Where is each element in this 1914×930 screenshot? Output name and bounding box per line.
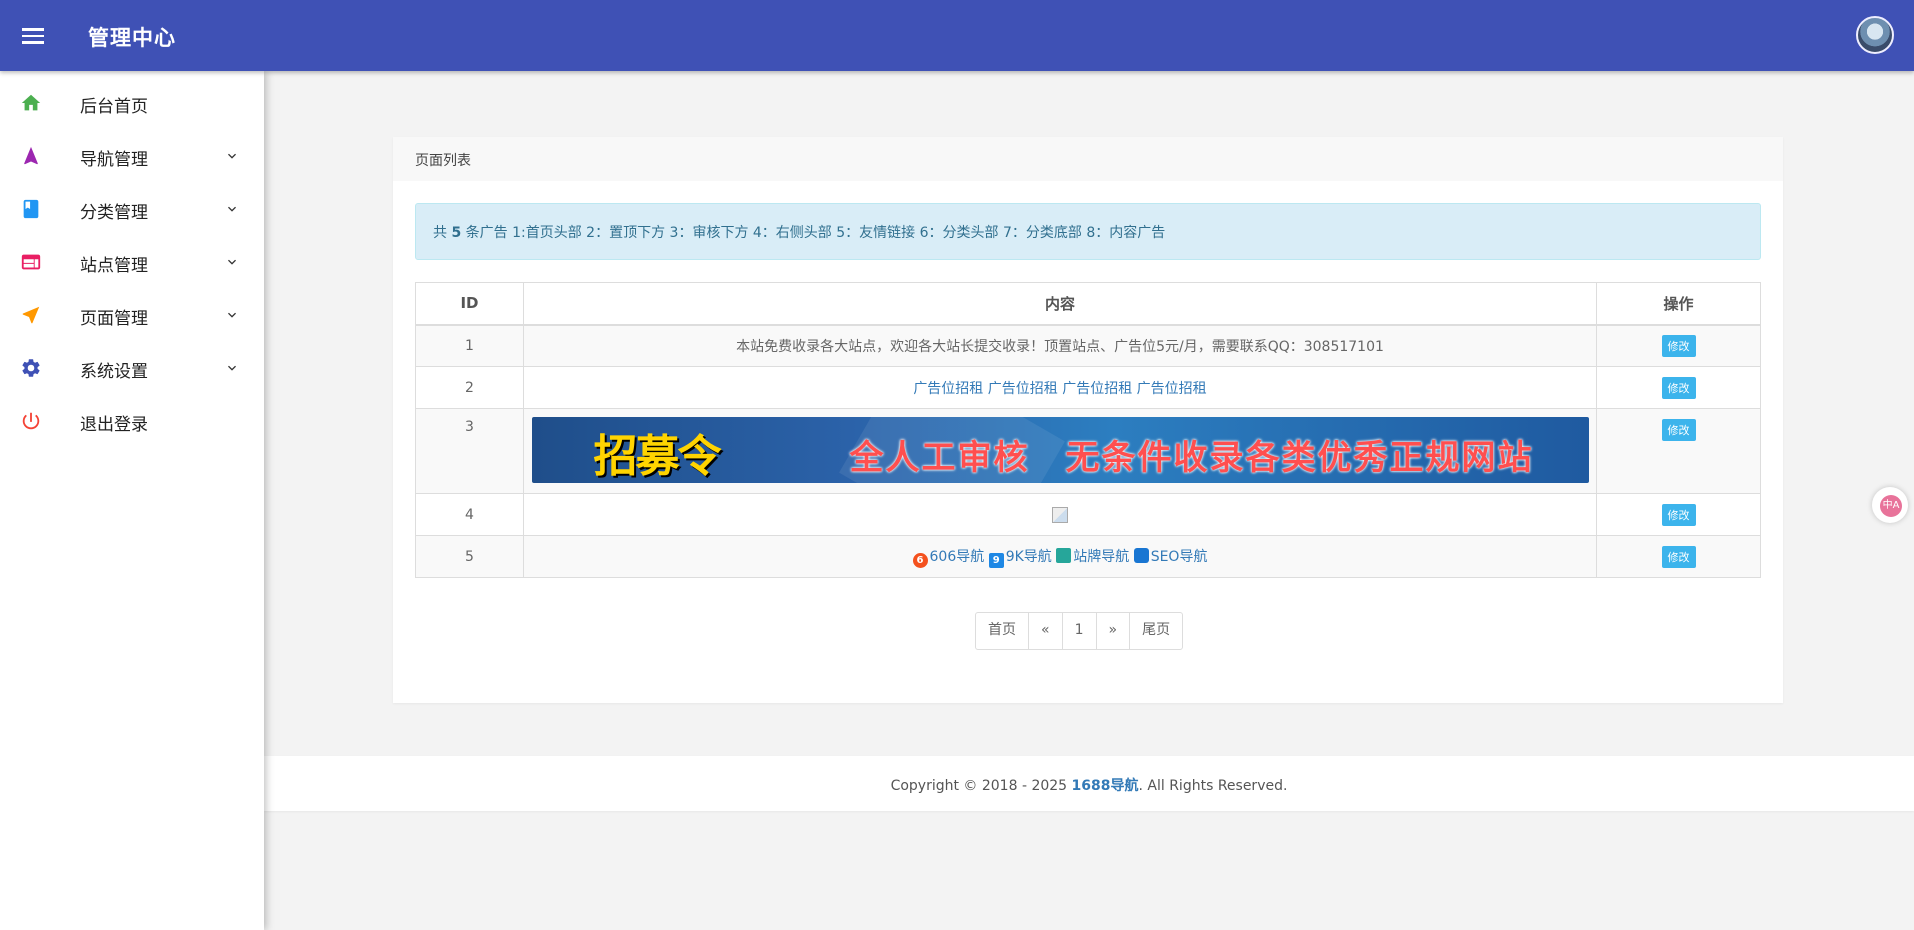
edit-button[interactable]: 修改 [1661,334,1696,357]
table-row: 5 6 606导航 9 9K导航 站牌导航 SEO导航 修改 [415,535,1761,578]
column-header-action: 操作 [1596,282,1761,326]
edit-button[interactable]: 修改 [1661,376,1696,399]
sidebar-item-label: 导航管理 [80,150,148,170]
chevron-down-icon [228,206,236,212]
row-id: 5 [415,535,524,578]
row-id: 3 [415,408,524,494]
edit-button[interactable]: 修改 [1661,503,1696,526]
page-prev[interactable]: « [1028,613,1062,649]
table-header-row: ID 内容 操作 [415,282,1761,326]
friend-link-zhanpai[interactable]: 站牌导航 [1073,549,1129,565]
sidebar-item-label: 分类管理 [80,203,148,223]
table-row: 3 招募令 全人工审核 无条件收录各类优秀正规网站 修改 [415,408,1761,494]
recruitment-banner-image[interactable]: 招募令 全人工审核 无条件收录各类优秀正规网站 [531,417,1589,483]
pagination: 首页 « 1 » 尾页 [975,612,1184,650]
page-current[interactable]: 1 [1061,613,1096,649]
book-icon [23,199,39,219]
copyright-suffix: . All Rights Reserved. [1138,778,1288,794]
9k-logo-icon: 9 [988,552,1004,568]
hamburger-menu-icon[interactable] [22,26,46,46]
edit-button[interactable]: 修改 [1661,419,1696,441]
web-icon [21,254,41,270]
card-title: 页面列表 [393,137,1783,181]
table-row: 1 本站免费收录各大站点，欢迎各大站长提交收录！顶置站点、广告位5元/月，需要联… [415,324,1761,367]
seo-logo-icon [1133,547,1149,563]
friend-link-9k[interactable]: 9K导航 [1006,549,1052,565]
sidebar-item-category[interactable]: 分类管理 [0,183,264,236]
row-id: 2 [415,366,524,409]
page-next[interactable]: » [1095,613,1130,649]
page-first[interactable]: 首页 [976,613,1028,649]
table-row: 4 修改 [415,493,1761,536]
banner-title: 招募令 [593,431,722,482]
friend-link-seo[interactable]: SEO导航 [1151,549,1208,565]
ad-link[interactable]: 广告位招租 广告位招租 广告位招租 广告位招租 [913,381,1206,397]
home-icon [21,94,41,111]
column-header-id: ID [415,282,524,326]
alert-text: 条广告 1:首页头部 2：置顶下方 3：审核下方 4：右侧头部 5：友情链接 6… [465,225,1166,241]
sidebar-item-label: 站点管理 [80,256,148,276]
sidebar-item-pages[interactable]: 页面管理 [0,289,264,342]
sidebar-item-sites[interactable]: 站点管理 [0,236,264,289]
edit-button[interactable]: 修改 [1661,545,1696,568]
chevron-down-icon [228,365,236,371]
chevron-down-icon [228,312,236,318]
send-icon [22,306,40,324]
table-row: 2 广告位招租 广告位招租 广告位招租 广告位招租 修改 [415,366,1761,409]
user-avatar[interactable] [1856,16,1894,54]
sidebar-item-label: 系统设置 [80,362,148,382]
ad-table: ID 内容 操作 1 本站免费收录各大站点，欢迎各大站长提交收录！顶置站点、广告… [415,282,1761,578]
info-alert: 共 5 条广告 1:首页头部 2：置顶下方 3：审核下方 4：右侧头部 5：友情… [415,203,1761,260]
sidebar-item-label: 后台首页 [80,97,148,117]
copyright-text: Copyright © 2018 - 2025 [890,778,1072,794]
top-app-bar: 管理中心 [0,0,1914,71]
column-header-content: 内容 [523,282,1597,326]
sidebar-item-home[interactable]: 后台首页 [0,77,264,130]
main-content: 页面列表 共 5 条广告 1:首页头部 2：置顶下方 3：审核下方 4：右侧头部… [264,71,1914,930]
page-list-card: 页面列表 共 5 条广告 1:首页头部 2：置顶下方 3：审核下方 4：右侧头部… [393,137,1783,703]
sidebar-item-settings[interactable]: 系统设置 [0,342,264,395]
row-content: 本站免费收录各大站点，欢迎各大站长提交收录！顶置站点、广告位5元/月，需要联系Q… [523,324,1597,367]
606-logo-icon: 6 [912,552,928,568]
page-last[interactable]: 尾页 [1129,613,1182,649]
app-title: 管理中心 [88,26,176,50]
power-icon [22,412,40,430]
cube-logo-icon [1056,547,1072,563]
chevron-down-icon [228,153,236,159]
banner-slogan: 全人工审核 无条件收录各类优秀正规网站 [849,438,1534,478]
sidebar-item-label: 页面管理 [80,309,148,329]
footer: Copyright © 2018 - 2025 1688导航. All Righ… [264,756,1914,811]
row-id: 1 [415,324,524,367]
gear-icon [22,359,40,377]
sidebar-item-navigation[interactable]: 导航管理 [0,130,264,183]
translate-icon: 中A [1880,495,1902,517]
chevron-down-icon [228,259,236,265]
translate-button[interactable]: 中A [1872,487,1908,523]
brand-link[interactable]: 1688导航 [1072,778,1139,794]
sidebar-item-logout[interactable]: 退出登录 [0,395,264,448]
sidebar-item-label: 退出登录 [80,415,148,435]
alert-count: 5 [451,225,462,241]
sidebar: 后台首页 导航管理 分类管理 站点管理 页面管理 系统设置 退出登录 [0,71,264,930]
navigation-icon [24,146,38,165]
row-id: 4 [415,493,524,536]
alert-prefix: 共 [433,225,447,241]
broken-image-icon[interactable] [1052,506,1068,523]
friend-link-606[interactable]: 606导航 [930,549,985,565]
